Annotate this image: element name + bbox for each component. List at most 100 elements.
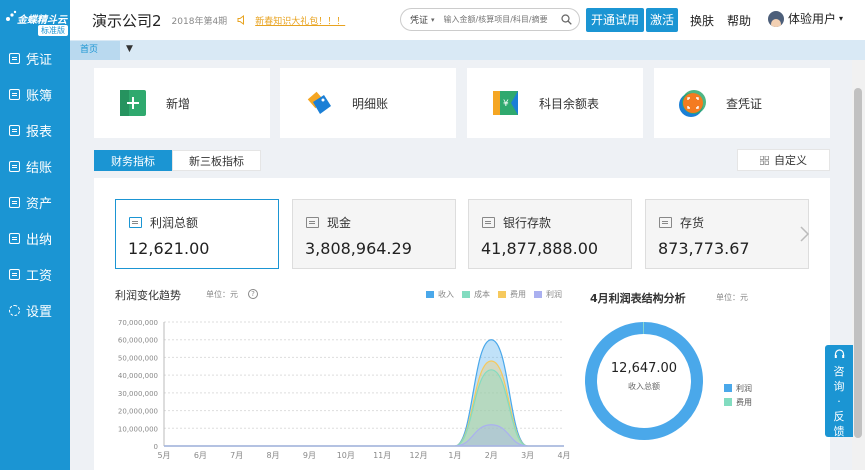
metric-card-bank-deposit[interactable]: 银行存款 41,877,888.00 — [468, 199, 632, 269]
quick-balance-card[interactable]: ¥ 科目余额表 — [467, 68, 643, 138]
sidebar-item-6[interactable]: 工资 — [0, 256, 70, 292]
legend-swatch — [498, 291, 506, 298]
y-tick-label: 20,000,000 — [118, 408, 158, 416]
metric-value: 12,621.00 — [128, 239, 210, 258]
activate-button[interactable]: 激活 — [646, 8, 679, 32]
sidebar-item-4[interactable]: 资产 — [0, 184, 70, 220]
notice-link[interactable]: 新春知识大礼包！！！ — [255, 14, 345, 27]
legend-swatch — [724, 398, 732, 406]
sidebar: 金蝶精斗云 标准版 凭证账簿报表结账资产 出纳 工资 设置 — [0, 0, 70, 470]
sidebar-item-label: 凭证 — [26, 52, 53, 68]
chevron-down-icon: ▾ — [839, 14, 844, 23]
consult-char: 咨 — [833, 365, 845, 378]
legend-label: 收入 — [438, 290, 454, 299]
add-icon — [120, 90, 146, 116]
search-icon[interactable] — [561, 14, 572, 25]
indicator-tabs: 财务指标 新三板指标 — [94, 150, 261, 171]
svg-text:¥: ¥ — [503, 99, 509, 109]
quick-add-card[interactable]: 新增 — [94, 68, 270, 138]
sidebar-item-3[interactable]: 结账 — [0, 148, 70, 184]
quick-voucher-card[interactable]: 查凭证 — [654, 68, 830, 138]
scrollbar-thumb[interactable] — [854, 88, 862, 438]
metric-value: 3,808,964.29 — [305, 239, 412, 258]
help-icon[interactable]: ? — [248, 289, 258, 299]
metric-card-cash[interactable]: 现金 3,808,964.29 — [292, 199, 456, 269]
customize-button[interactable]: 自定义 — [737, 149, 830, 171]
open-trial-button[interactable]: 开通试用 — [586, 8, 645, 32]
company-name[interactable]: 演示公司2 — [92, 10, 162, 31]
y-tick-label: 50,000,000 — [118, 354, 158, 362]
metric-card-profit[interactable]: 利润总额 12,621.00 — [115, 199, 279, 269]
y-tick-label: 10,000,000 — [118, 425, 158, 433]
search-box: 凭证 ▾ — [400, 8, 580, 31]
main-content: 新增 明细账 ¥ 科目余额表 查凭证 财务指标 新三板指标 自定义 利润总额 1… — [70, 60, 852, 470]
help-link[interactable]: 帮助 — [727, 12, 751, 29]
sidebar-item-5[interactable]: 出纳 — [0, 220, 70, 256]
skin-link[interactable]: 换肤 — [690, 12, 714, 29]
search-input[interactable] — [443, 15, 554, 24]
trend-unit: 单位：元 — [206, 290, 238, 299]
legend-item-expense[interactable]: 费用 — [724, 395, 752, 409]
legend-swatch — [462, 291, 470, 298]
quick-voucher-label: 查凭证 — [726, 96, 763, 111]
metric-label: 现金 — [327, 216, 352, 230]
legend-item[interactable]: 费用 — [498, 289, 526, 300]
cash-icon — [306, 217, 319, 228]
sidebar-item-label: 报表 — [26, 124, 53, 140]
structure-title: 4月利润表结构分析 — [590, 292, 686, 305]
search-type-label: 凭证 — [410, 16, 429, 26]
legend-item-profit[interactable]: 利润 — [724, 381, 752, 395]
quick-detail-ledger-label: 明细账 — [352, 96, 389, 111]
quick-detail-ledger-card[interactable]: 明细账 — [280, 68, 456, 138]
chevron-right-icon[interactable] — [798, 225, 810, 243]
avatar — [768, 10, 784, 27]
sidebar-item-0[interactable]: 凭证 — [0, 40, 70, 76]
legend-swatch — [426, 291, 434, 298]
legend-swatch — [534, 291, 542, 298]
donut-center-value: 12,647.00 — [610, 361, 678, 376]
user-menu[interactable]: 体验用户 ▾ — [768, 10, 843, 27]
tab-neeq-indicators[interactable]: 新三板指标 — [172, 150, 261, 171]
x-tick-label: 4月 — [557, 451, 570, 460]
gear-icon — [9, 304, 20, 316]
donut-center-label: 收入总额 — [628, 382, 660, 391]
scan-voucher-icon — [679, 90, 706, 117]
legend-item[interactable]: 收入 — [426, 289, 454, 300]
tab-menu-caret-icon[interactable]: ▼ — [126, 44, 133, 54]
brand-name: 金蝶精斗云 — [17, 15, 67, 26]
legend-swatch — [724, 384, 732, 392]
sidebar-item-1[interactable]: 账簿 — [0, 76, 70, 112]
legend-item[interactable]: 利润 — [534, 289, 562, 300]
consult-feedback-button[interactable]: 咨询 · 反馈 — [825, 345, 853, 438]
y-tick-label: 70,000,000 — [118, 319, 158, 327]
metric-card-inventory[interactable]: 存货 873,773.67 — [645, 199, 809, 269]
sidebar-item-7[interactable]: 设置 — [0, 292, 70, 328]
quick-balance-label: 科目余额表 — [539, 96, 600, 111]
indicator-panel: 利润总额 12,621.00 现金 3,808,964.29 银行存款 41,8… — [94, 178, 830, 470]
search-type-select[interactable]: 凭证 ▾ — [401, 13, 438, 27]
x-tick-label: 3月 — [521, 451, 534, 460]
x-tick-label: 7月 — [230, 451, 243, 460]
edition-badge: 标准版 — [38, 25, 68, 36]
x-tick-label: 12月 — [409, 451, 427, 460]
cashier-icon — [9, 232, 20, 244]
metric-label: 利润总额 — [150, 216, 199, 230]
logo-mark-icon — [6, 10, 17, 21]
metric-value: 873,773.67 — [658, 239, 750, 258]
tab-home[interactable]: 首页 — [70, 41, 120, 60]
voucher-icon — [9, 52, 20, 64]
x-tick-label: 9月 — [303, 451, 316, 460]
tab-financial-indicators[interactable]: 财务指标 — [94, 150, 172, 171]
structure-legend: 利润 费用 — [724, 381, 752, 409]
trend-chart: 70,000,000 60,000,000 50,000,000 40,000,000… — [118, 319, 571, 460]
user-name: 体验用户 — [788, 12, 837, 26]
x-tick-label: 10月 — [337, 451, 355, 460]
metric-label: 银行存款 — [503, 216, 552, 230]
sidebar-item-2[interactable]: 报表 — [0, 112, 70, 148]
sidebar-item-label: 结账 — [26, 160, 53, 176]
y-tick-label: 30,000,000 — [118, 390, 158, 398]
checkout-icon — [9, 160, 20, 172]
customize-label: 自定义 — [774, 154, 807, 167]
consult-char: 反 — [833, 410, 845, 423]
legend-item[interactable]: 成本 — [462, 289, 490, 300]
